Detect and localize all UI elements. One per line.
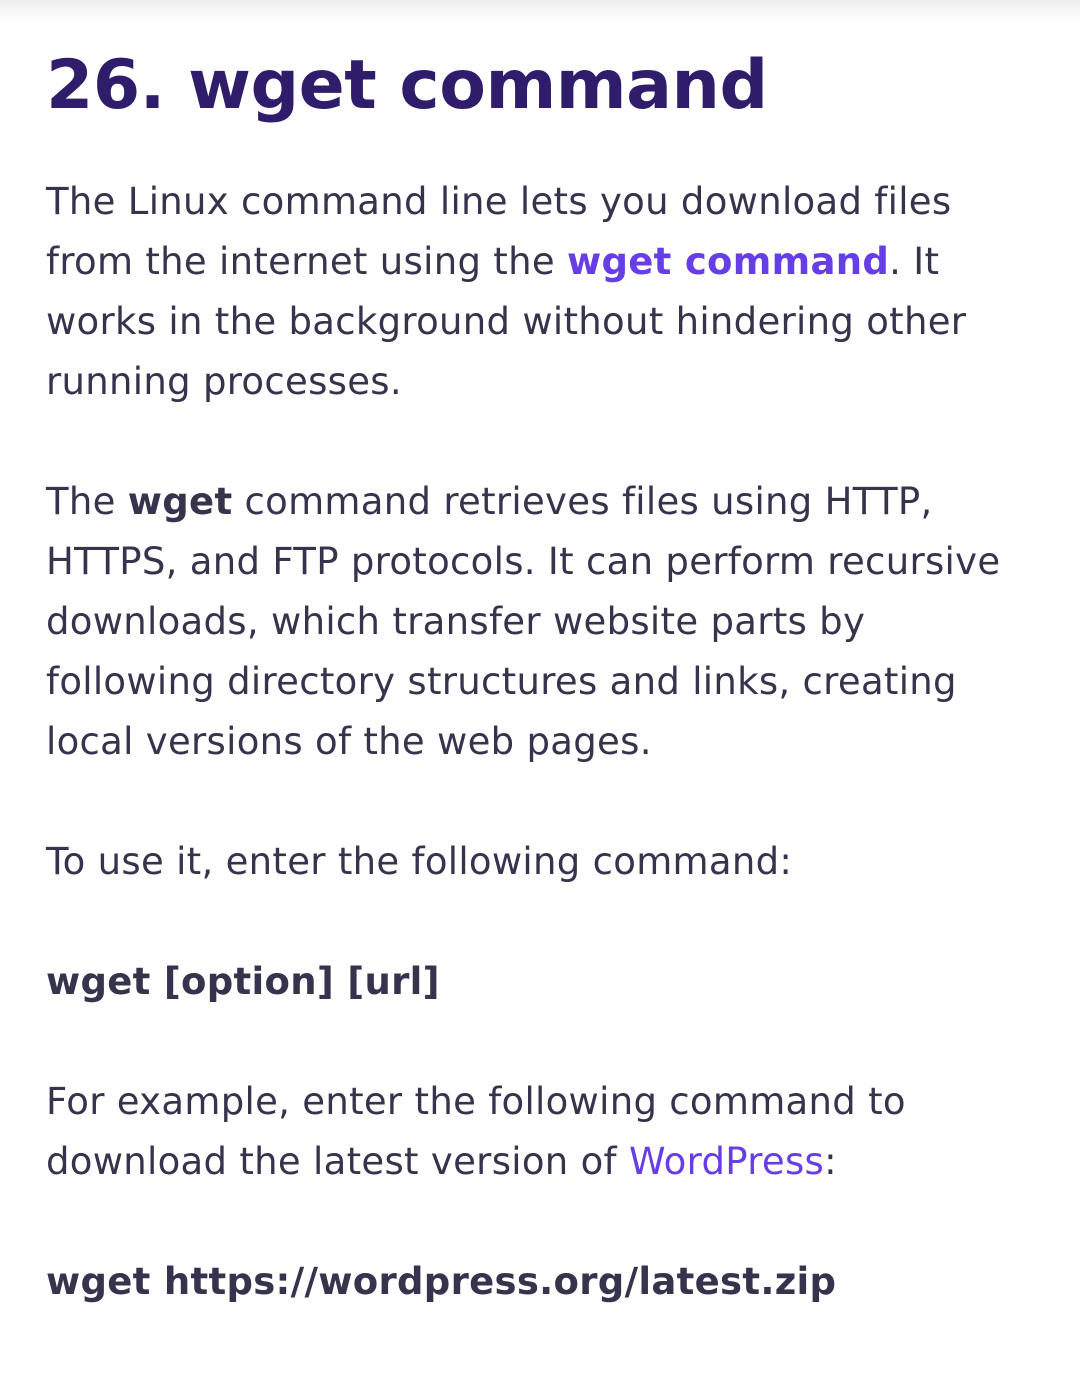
- section-heading: 26. wget command: [46, 46, 768, 125]
- example-text-end: :: [824, 1140, 837, 1183]
- wget-bold-term: wget: [127, 480, 233, 523]
- wordpress-link[interactable]: WordPress: [629, 1140, 824, 1183]
- protocols-text-start: The: [46, 480, 128, 523]
- syntax-command: wget [option] [url]: [46, 960, 440, 1003]
- protocols-paragraph: The wget command retrieves files using H…: [46, 472, 1046, 772]
- wget-command-link[interactable]: wget command: [567, 240, 889, 283]
- top-bar-shadow: [0, 0, 1080, 22]
- example-paragraph: For example, enter the following command…: [46, 1072, 1046, 1192]
- example-command: wget https://wordpress.org/latest.zip: [46, 1260, 837, 1303]
- intro-paragraph: The Linux command line lets you download…: [46, 172, 1046, 412]
- usage-intro-paragraph: To use it, enter the following command:: [46, 840, 793, 883]
- article-section: 26. wget command The Linux command line …: [46, 40, 1046, 1312]
